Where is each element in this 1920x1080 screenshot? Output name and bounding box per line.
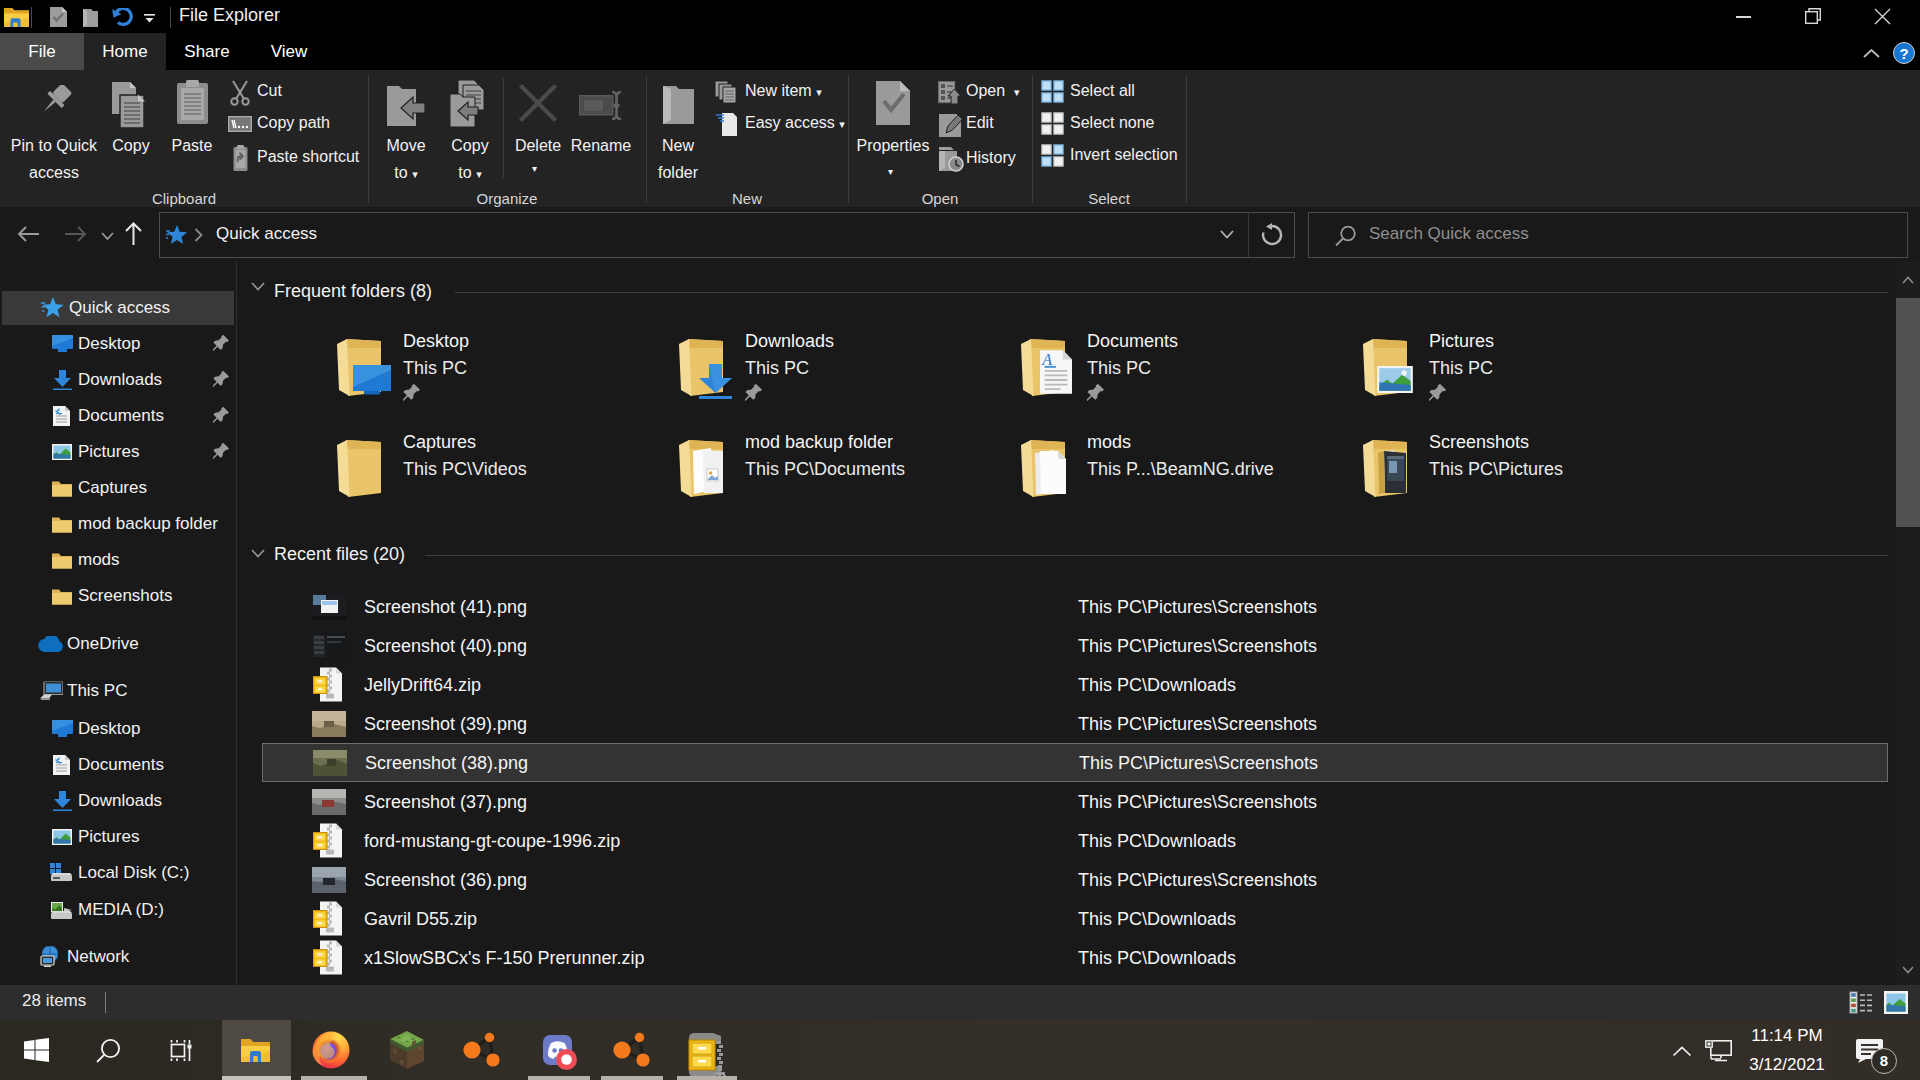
svg-text:A: A	[1041, 351, 1052, 368]
